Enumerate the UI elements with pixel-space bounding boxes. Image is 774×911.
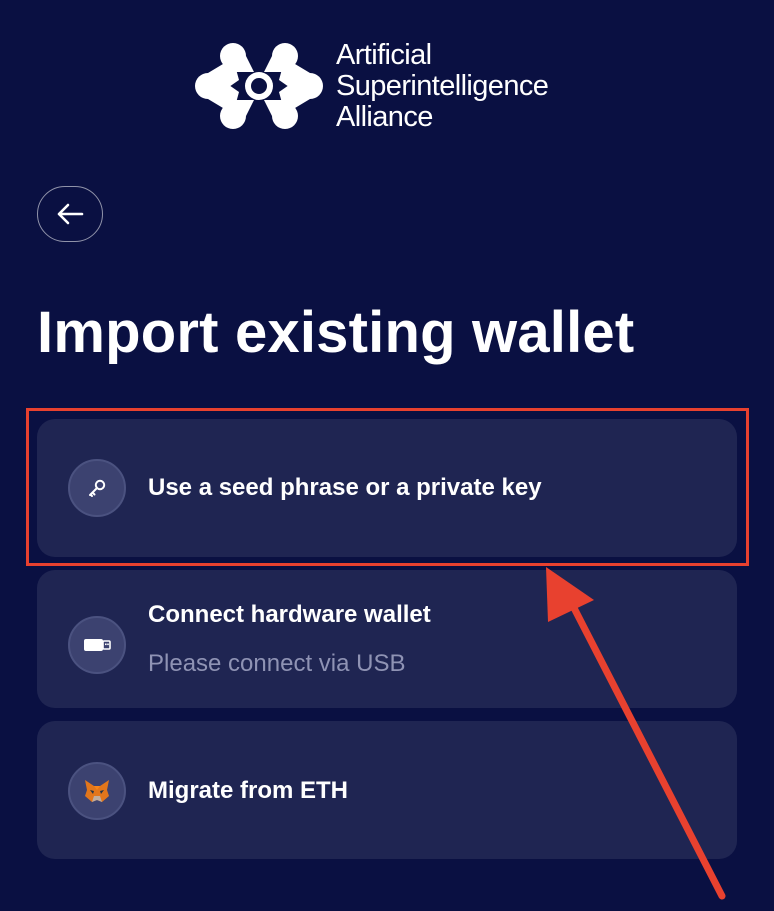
brand-line-3: Alliance: [336, 100, 433, 133]
metamask-fox-icon: [85, 780, 109, 802]
arrow-left-icon: [57, 203, 84, 225]
brand-line-1: Artificial: [336, 38, 432, 71]
option-label: Use a seed phrase or a private key: [148, 474, 542, 501]
option-label: Connect hardware wallet: [148, 601, 431, 628]
option-icon-circle: [68, 459, 126, 517]
asi-logo-icon: [195, 43, 323, 129]
page-title: Import existing wallet: [37, 300, 635, 365]
back-button[interactable]: [37, 186, 103, 242]
option-label: Migrate from ETH: [148, 777, 349, 804]
brand-wordmark: Artificial Superintelligence Alliance: [336, 38, 549, 133]
option-seed-phrase[interactable]: Use a seed phrase or a private key: [37, 419, 737, 557]
brand-line-2: Superintelligence: [336, 69, 549, 102]
option-hardware-wallet[interactable]: Connect hardware wallet Please connect v…: [37, 570, 737, 708]
option-icon-circle: [68, 616, 126, 674]
option-icon-circle: [68, 762, 126, 820]
option-sublabel: Please connect via USB: [148, 650, 406, 677]
wallet-import-screen: Artificial Superintelligence Alliance Im…: [0, 0, 774, 911]
option-migrate-eth[interactable]: Migrate from ETH: [37, 721, 737, 859]
brand-logo: Artificial Superintelligence Alliance: [194, 38, 549, 133]
usb-icon: [84, 639, 111, 651]
key-icon: [89, 479, 106, 497]
